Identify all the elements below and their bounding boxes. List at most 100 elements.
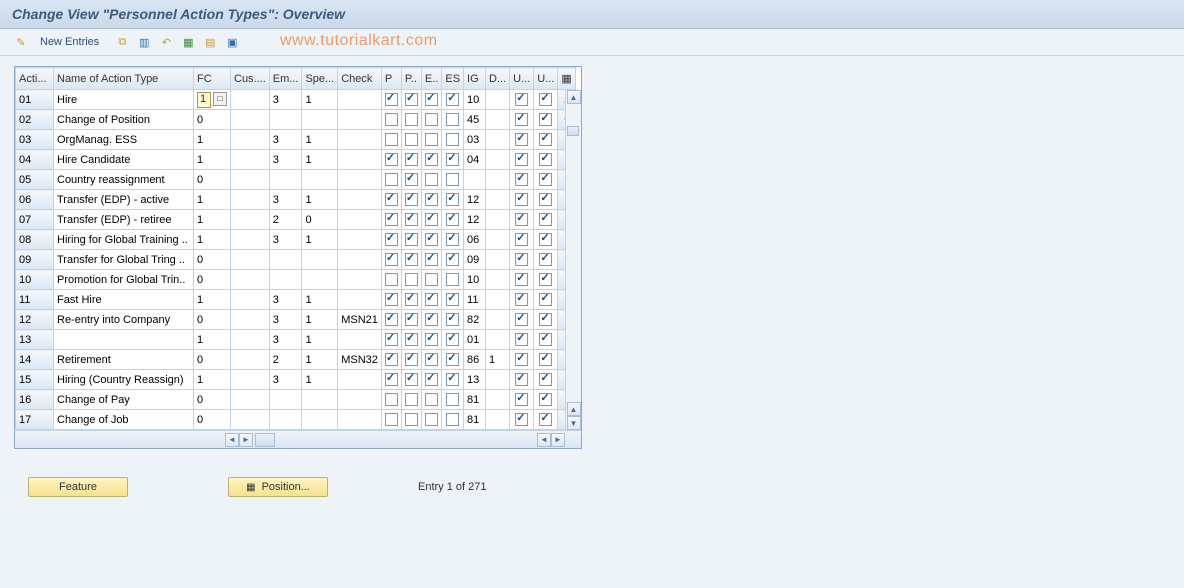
checkbox[interactable] <box>385 273 398 286</box>
cell[interactable]: 1 <box>302 370 338 390</box>
checkbox[interactable] <box>446 393 459 406</box>
checkbox-es[interactable] <box>442 290 464 310</box>
cell[interactable]: 11 <box>464 290 486 310</box>
cell[interactable]: 0 <box>194 170 231 190</box>
cell[interactable]: Country reassignment <box>54 170 194 190</box>
checkbox-p1[interactable] <box>381 410 401 430</box>
checkbox-es[interactable] <box>442 390 464 410</box>
cell[interactable] <box>486 190 510 210</box>
checkbox[interactable] <box>446 113 459 126</box>
checkbox[interactable] <box>425 373 438 386</box>
cell[interactable]: Retirement <box>54 350 194 370</box>
checkbox[interactable] <box>405 293 418 306</box>
cell[interactable] <box>338 190 382 210</box>
checkbox[interactable] <box>515 413 528 426</box>
config-icon[interactable]: ▣ <box>223 33 241 51</box>
cell[interactable] <box>231 410 270 430</box>
cell[interactable] <box>269 170 302 190</box>
cell[interactable]: 08 <box>16 230 54 250</box>
hscroll-right-icon[interactable]: ► <box>239 433 253 447</box>
checkbox-p1[interactable] <box>381 390 401 410</box>
cell[interactable] <box>486 250 510 270</box>
cell[interactable] <box>338 230 382 250</box>
cell[interactable]: 1 <box>302 310 338 330</box>
cell[interactable] <box>231 270 270 290</box>
cell[interactable] <box>231 90 270 110</box>
checkbox-e[interactable] <box>421 390 441 410</box>
checkbox-es[interactable] <box>442 110 464 130</box>
checkbox-u1[interactable] <box>510 290 534 310</box>
checkbox-e[interactable] <box>421 410 441 430</box>
col-action[interactable]: Acti... <box>16 68 54 90</box>
cell[interactable]: 1 <box>302 190 338 210</box>
cell[interactable]: 3 <box>269 90 302 110</box>
new-entries-button[interactable]: New Entries <box>34 34 105 50</box>
undo-icon[interactable]: ↶ <box>157 33 175 51</box>
col-spe[interactable]: Spe... <box>302 68 338 90</box>
checkbox-e[interactable] <box>421 150 441 170</box>
cell[interactable]: 13 <box>464 370 486 390</box>
checkbox[interactable] <box>515 213 528 226</box>
checkbox[interactable] <box>446 233 459 246</box>
cell[interactable]: 1 <box>194 190 231 210</box>
checkbox-u2[interactable] <box>534 170 558 190</box>
cell[interactable] <box>302 270 338 290</box>
checkbox[interactable] <box>446 353 459 366</box>
checkbox-es[interactable] <box>442 250 464 270</box>
cell[interactable] <box>338 150 382 170</box>
cell[interactable]: 01 <box>464 330 486 350</box>
checkbox[interactable] <box>385 253 398 266</box>
table-row[interactable]: 12Re-entry into Company031MSN2182 <box>16 310 576 330</box>
cell[interactable]: 3 <box>269 310 302 330</box>
cell[interactable]: 06 <box>464 230 486 250</box>
hscroll-left2-icon[interactable]: ◄ <box>537 433 551 447</box>
checkbox[interactable] <box>385 413 398 426</box>
table-row[interactable]: 1313101 <box>16 330 576 350</box>
checkbox[interactable] <box>405 393 418 406</box>
checkbox[interactable] <box>515 193 528 206</box>
checkbox[interactable] <box>539 233 552 246</box>
checkbox[interactable] <box>385 213 398 226</box>
cell[interactable] <box>338 270 382 290</box>
checkbox-u1[interactable] <box>510 170 534 190</box>
checkbox[interactable] <box>515 313 528 326</box>
checkbox[interactable] <box>446 173 459 186</box>
hscroll-right2-icon[interactable]: ► <box>551 433 565 447</box>
checkbox-p1[interactable] <box>381 350 401 370</box>
cell[interactable]: 15 <box>16 370 54 390</box>
checkbox-e[interactable] <box>421 190 441 210</box>
checkbox-u2[interactable] <box>534 270 558 290</box>
table-row[interactable]: 01Hire1□3110▲ <box>16 90 576 110</box>
checkbox[interactable] <box>539 393 552 406</box>
checkbox[interactable] <box>425 353 438 366</box>
cell[interactable] <box>486 90 510 110</box>
checkbox[interactable] <box>446 193 459 206</box>
checkbox[interactable] <box>539 273 552 286</box>
checkbox[interactable] <box>515 333 528 346</box>
checkbox-es[interactable] <box>442 130 464 150</box>
checkbox-p2[interactable] <box>401 170 421 190</box>
cell[interactable]: 12 <box>16 310 54 330</box>
cell[interactable]: 06 <box>16 190 54 210</box>
checkbox-e[interactable] <box>421 210 441 230</box>
checkbox-u1[interactable] <box>510 210 534 230</box>
checkbox-es[interactable] <box>442 330 464 350</box>
copy-icon[interactable]: ⧉ <box>113 33 131 51</box>
checkbox-e[interactable] <box>421 330 441 350</box>
cell[interactable]: 82 <box>464 310 486 330</box>
checkbox-e[interactable] <box>421 130 441 150</box>
checkbox[interactable] <box>385 353 398 366</box>
feature-button[interactable]: Feature <box>28 477 128 497</box>
cell[interactable]: 1 <box>194 150 231 170</box>
cell[interactable] <box>231 110 270 130</box>
table-row[interactable]: 06Transfer (EDP) - active13112 <box>16 190 576 210</box>
checkbox[interactable] <box>405 413 418 426</box>
cell[interactable] <box>269 410 302 430</box>
checkbox[interactable] <box>385 293 398 306</box>
cell[interactable]: 07 <box>16 210 54 230</box>
horizontal-scrollbar[interactable]: ◄ ► ◄ ► <box>15 430 581 448</box>
checkbox-p2[interactable] <box>401 190 421 210</box>
vscroll-thumb[interactable] <box>567 126 579 136</box>
checkbox-p2[interactable] <box>401 230 421 250</box>
select-all-icon[interactable]: ▦ <box>179 33 197 51</box>
